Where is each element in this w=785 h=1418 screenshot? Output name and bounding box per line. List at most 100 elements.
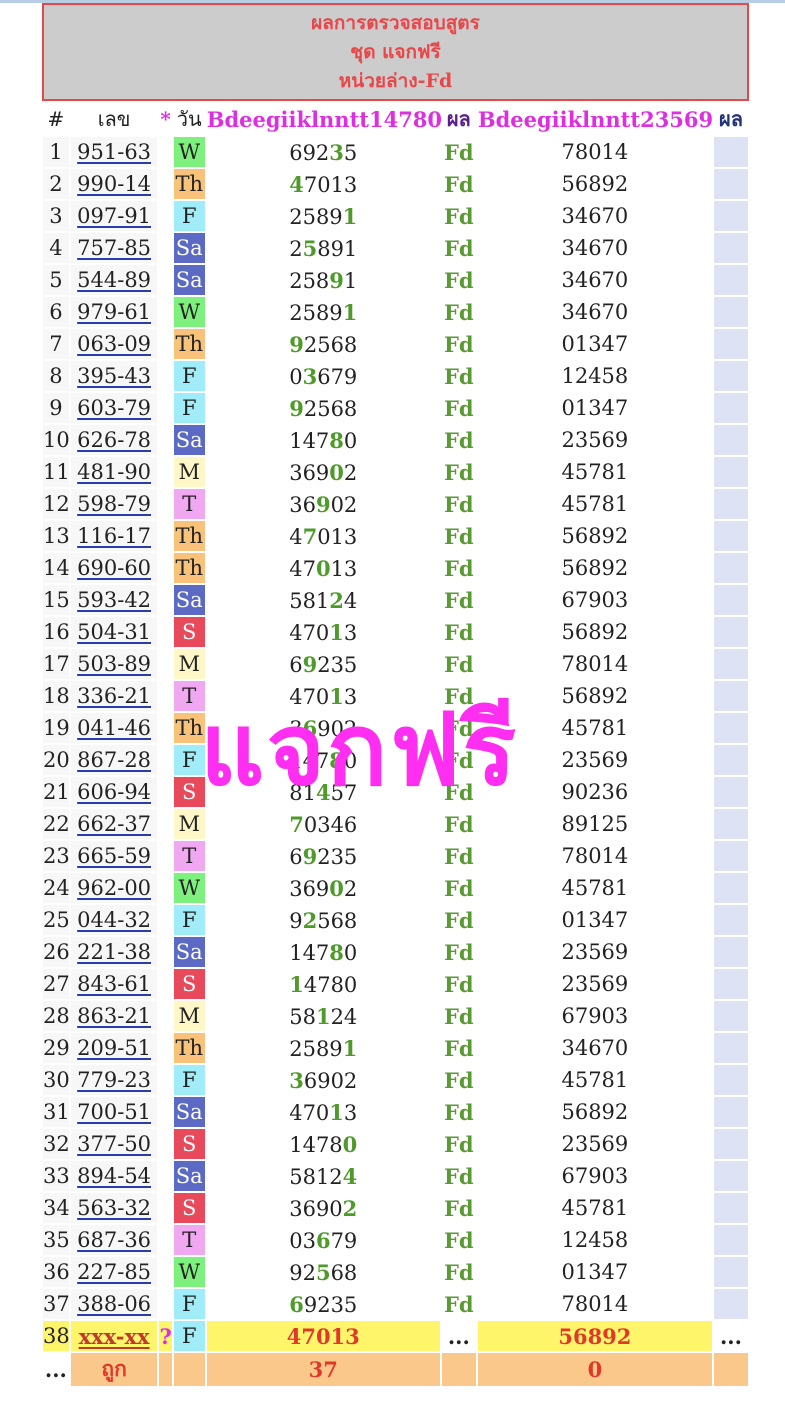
formula-1-hit-digit: 4 xyxy=(315,779,331,805)
row-formula-2: 34670 xyxy=(477,201,712,231)
pending-num: 38 xyxy=(43,1321,70,1351)
row-lek-link[interactable]: 481-90 xyxy=(70,457,158,487)
row-num: 20 xyxy=(43,745,70,775)
formula-1-hit-digit: 3 xyxy=(289,1067,304,1093)
row-star xyxy=(159,457,172,487)
row-star xyxy=(159,1065,172,1095)
row-formula-1: 92568 xyxy=(206,393,440,423)
row-star xyxy=(159,233,172,263)
formula-1-hit-digit: 9 xyxy=(315,491,331,517)
row-lek-link[interactable]: 097-91 xyxy=(70,201,158,231)
row-lek-link[interactable]: 063-09 xyxy=(70,329,158,359)
row-lek-link[interactable]: 687-36 xyxy=(70,1225,158,1255)
row-result-1: Fd xyxy=(441,1001,476,1031)
row-formula-1: 47013 xyxy=(206,169,440,199)
row-lek-link[interactable]: 044-32 xyxy=(70,905,158,935)
col-header-result-1: ผล xyxy=(441,103,476,135)
row-formula-1: 36902 xyxy=(206,713,440,743)
row-star xyxy=(159,905,172,935)
row-result-2 xyxy=(713,777,748,807)
row-day: W xyxy=(173,137,205,167)
row-lek-link[interactable]: 951-63 xyxy=(70,137,158,167)
pending-lek-link[interactable]: xxx-xx xyxy=(70,1321,158,1351)
row-result-1: Fd xyxy=(441,297,476,327)
row-day: W xyxy=(173,297,205,327)
row-lek-link[interactable]: 863-21 xyxy=(70,1001,158,1031)
formula-1-suffix: 2 xyxy=(343,876,358,901)
row-result-2 xyxy=(713,841,748,871)
row-lek-link[interactable]: 336-21 xyxy=(70,681,158,711)
row-lek-link[interactable]: 598-79 xyxy=(70,489,158,519)
totals-more[interactable]: ... xyxy=(43,1353,69,1386)
row-lek-link[interactable]: 665-59 xyxy=(70,841,158,871)
row-lek-link[interactable]: 504-31 xyxy=(70,617,158,647)
row-lek-link[interactable]: 041-46 xyxy=(70,713,158,743)
row-lek-link[interactable]: 603-79 xyxy=(70,393,158,423)
row-formula-2: 34670 xyxy=(477,233,712,263)
row-lek-link[interactable]: 626-78 xyxy=(70,425,158,455)
table-row: 35 687-36 T 03679 Fd 12458 xyxy=(43,1225,748,1255)
row-lek-link[interactable]: 867-28 xyxy=(70,745,158,775)
row-day: T xyxy=(173,841,205,871)
row-result-2 xyxy=(713,713,748,743)
formula-1-prefix: 0 xyxy=(289,364,303,389)
row-result-1: Fd xyxy=(441,649,476,679)
row-lek-link[interactable]: 843-61 xyxy=(70,969,158,999)
row-formula-1: 92568 xyxy=(206,905,440,935)
row-result-1: Fd xyxy=(441,1289,476,1319)
row-star xyxy=(159,393,172,423)
row-result-1: Fd xyxy=(441,233,476,263)
table-row: 5 544-89 Sa 25891 Fd 34670 xyxy=(43,265,748,295)
col-header-formula-1[interactable]: Bdeegiiklnntt14780 xyxy=(206,103,442,135)
row-lek-link[interactable]: 894-54 xyxy=(70,1161,158,1191)
row-num: 9 xyxy=(43,393,69,423)
row-day: W xyxy=(173,873,205,903)
row-lek-link[interactable]: 544-89 xyxy=(70,265,158,295)
formula-1-hit-digit: 9 xyxy=(289,331,304,357)
row-lek-link[interactable]: 979-61 xyxy=(70,297,158,327)
row-result-2 xyxy=(713,937,748,967)
row-lek-link[interactable]: 962-00 xyxy=(70,873,158,903)
formula-1-suffix: 568 xyxy=(317,908,358,933)
row-lek-link[interactable]: 395-43 xyxy=(70,361,158,391)
row-lek-link[interactable]: 662-37 xyxy=(70,809,158,839)
col-header-num: # xyxy=(43,103,69,135)
row-lek-link[interactable]: 779-23 xyxy=(70,1065,158,1095)
formula-1-prefix: 5812 xyxy=(289,1164,343,1189)
pending-day: F xyxy=(173,1321,205,1351)
row-lek-link[interactable]: 221-38 xyxy=(70,937,158,967)
row-day: T xyxy=(173,489,205,519)
row-formula-1: 47013 xyxy=(206,1097,440,1127)
row-lek-link[interactable]: 990-14 xyxy=(70,169,158,199)
row-lek-link[interactable]: 388-06 xyxy=(70,1289,158,1319)
formula-1-prefix: 36 xyxy=(289,492,316,517)
formula-1-suffix: 57 xyxy=(330,780,358,805)
formula-1-hit-digit: 4 xyxy=(289,171,304,197)
row-star xyxy=(159,329,172,359)
table-row: 3 097-91 F 25891 Fd 34670 xyxy=(43,201,748,231)
row-lek-link[interactable]: 700-51 xyxy=(70,1097,158,1127)
row-lek-link[interactable]: 593-42 xyxy=(70,585,158,615)
row-formula-2: 78014 xyxy=(477,841,712,871)
table-row: 13 116-17 Th 47013 Fd 56892 xyxy=(43,521,748,551)
row-lek-link[interactable]: 227-85 xyxy=(70,1257,158,1287)
row-lek-link[interactable]: 563-32 xyxy=(70,1193,158,1223)
row-lek-link[interactable]: 377-50 xyxy=(70,1129,158,1159)
row-star xyxy=(159,1097,172,1127)
row-lek-link[interactable]: 209-51 xyxy=(70,1033,158,1063)
formula-1-hit-digit: 6 xyxy=(289,1291,304,1317)
row-lek-link[interactable]: 606-94 xyxy=(70,777,158,807)
row-lek-link[interactable]: 690-60 xyxy=(70,553,158,583)
row-lek-link[interactable]: 503-89 xyxy=(70,649,158,679)
formula-1-hit-digit: 8 xyxy=(329,747,344,773)
col-header-formula-2[interactable]: Bdeegiiklnntt23569 xyxy=(477,103,713,135)
row-result-1: Fd xyxy=(441,137,476,167)
row-lek-link[interactable]: 116-17 xyxy=(70,521,158,551)
row-lek-link[interactable]: 757-85 xyxy=(70,233,158,263)
row-formula-2: 56892 xyxy=(477,521,712,551)
table-row: 4 757-85 Sa 25891 Fd 34670 xyxy=(43,233,748,263)
formula-1-prefix: 692 xyxy=(289,140,330,165)
row-result-1: Fd xyxy=(441,201,476,231)
row-star xyxy=(159,585,172,615)
table-row: 11 481-90 M 36902 Fd 45781 xyxy=(43,457,748,487)
